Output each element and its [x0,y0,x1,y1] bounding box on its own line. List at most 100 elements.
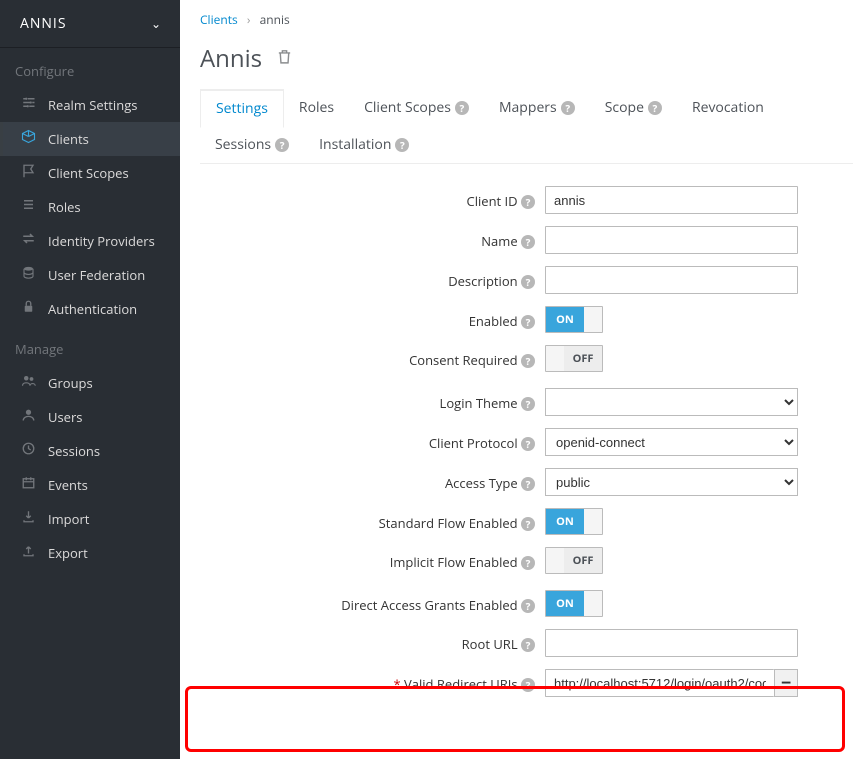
help-icon[interactable]: ? [521,599,535,613]
help-icon[interactable]: ? [648,101,662,115]
calendar-icon [20,475,36,495]
help-icon[interactable]: ? [521,517,535,531]
group-icon [20,373,36,393]
help-icon[interactable]: ? [521,638,535,652]
import-icon [20,509,36,529]
sidebar-item-label: Events [48,476,88,494]
help-icon[interactable]: ? [521,195,535,209]
tab-sessions[interactable]: Sessions ? [200,127,304,163]
sidebar-item-sessions[interactable]: Sessions [0,434,180,468]
consent-toggle[interactable]: OFF [545,345,603,372]
tabs: SettingsRolesClient Scopes ?Mappers ?Sco… [200,89,853,164]
help-icon[interactable]: ? [521,354,535,368]
sidebar-item-client-scopes[interactable]: Client Scopes [0,156,180,190]
sidebar-item-events[interactable]: Events [0,468,180,502]
tab-roles[interactable]: Roles [284,89,349,127]
help-icon[interactable]: ? [455,101,469,115]
sidebar-item-import[interactable]: Import [0,502,180,536]
help-icon[interactable]: ? [521,556,535,570]
help-icon[interactable]: ? [521,275,535,289]
help-icon[interactable]: ? [521,397,535,411]
breadcrumb-current: annis [260,11,290,28]
clock-icon [20,441,36,461]
description-label: Description ? [200,266,545,290]
toggle-on-label [546,548,564,573]
help-icon[interactable]: ? [521,315,535,329]
lock-icon [20,299,36,319]
standard-flow-toggle[interactable]: ON [545,508,603,535]
tab-label: Scope [605,98,644,117]
enabled-label: Enabled ? [200,306,545,330]
client-protocol-select[interactable]: openid-connect [545,428,798,456]
realm-name: ANNIS [20,14,67,33]
tab-label: Client Scopes [364,98,451,117]
sidebar-item-label: Authentication [48,300,137,318]
sidebar-item-roles[interactable]: Roles [0,190,180,224]
sidebar-item-label: Roles [48,198,81,216]
access-type-select[interactable]: public [545,468,798,496]
help-icon[interactable]: ? [561,101,575,115]
tab-scope[interactable]: Scope ? [590,89,677,127]
sliders-icon [20,95,36,115]
sidebar-item-groups[interactable]: Groups [0,366,180,400]
list-icon [20,197,36,217]
db-icon [20,265,36,285]
sidebar-item-label: Identity Providers [48,232,155,250]
root-url-label: Root URL ? [200,629,545,653]
name-input[interactable] [545,226,798,254]
main-content: Clients › annis Annis SettingsRolesClien… [180,0,853,759]
standard-flow-label: Standard Flow Enabled ? [200,508,545,532]
realm-selector[interactable]: ANNIS ⌄ [0,0,180,48]
chevron-down-icon: ⌄ [151,15,162,32]
access-type-label: Access Type ? [200,468,545,492]
user-icon [20,407,36,427]
toggle-on-label: ON [546,591,584,616]
sidebar-item-export[interactable]: Export [0,536,180,570]
sidebar-item-identity-providers[interactable]: Identity Providers [0,224,180,258]
breadcrumb-separator: › [241,11,257,28]
export-icon [20,543,36,563]
tab-label: Revocation [692,98,764,117]
consent-label: Consent Required ? [200,345,545,369]
trash-icon[interactable] [276,48,293,70]
toggle-off-label: OFF [564,548,602,573]
client-id-input[interactable] [545,186,798,214]
sidebar-item-authentication[interactable]: Authentication [0,292,180,326]
tab-label: Mappers [499,98,557,117]
help-icon[interactable]: ? [275,138,289,152]
tab-installation[interactable]: Installation ? [304,127,424,163]
breadcrumb-clients-link[interactable]: Clients [200,11,238,28]
page-title-text: Annis [200,42,262,75]
section-title-configure: Configure [0,48,180,88]
root-url-input[interactable] [545,629,798,657]
remove-redirect-button[interactable]: − [774,669,798,697]
help-icon[interactable]: ? [395,138,409,152]
toggle-off-label: OFF [564,346,602,371]
sidebar-item-label: Clients [48,130,89,148]
tab-client-scopes[interactable]: Client Scopes ? [349,89,484,127]
settings-form: Client ID ?Name ?Description ?Enabled ?O… [200,164,853,697]
cube-icon [20,129,36,149]
sidebar-item-label: Users [48,408,82,426]
tab-revocation[interactable]: Revocation [677,89,779,127]
scopes-icon [20,163,36,183]
tab-mappers[interactable]: Mappers ? [484,89,590,127]
sidebar-item-users[interactable]: Users [0,400,180,434]
description-input[interactable] [545,266,798,294]
help-icon[interactable]: ? [521,477,535,491]
implicit-flow-toggle[interactable]: OFF [545,547,603,574]
tab-settings[interactable]: Settings [200,89,284,128]
redirect-uri-input[interactable] [545,669,774,697]
enabled-toggle[interactable]: ON [545,306,603,333]
login-theme-select[interactable] [545,388,798,416]
sidebar-item-label: Groups [48,374,93,392]
help-icon[interactable]: ? [521,678,535,692]
redirect-uris-label: * Valid Redirect URIs ? [200,669,545,693]
help-icon[interactable]: ? [521,437,535,451]
sidebar-item-user-federation[interactable]: User Federation [0,258,180,292]
sidebar-item-realm-settings[interactable]: Realm Settings [0,88,180,122]
tab-label: Settings [216,99,268,118]
direct-access-toggle[interactable]: ON [545,590,603,617]
help-icon[interactable]: ? [521,235,535,249]
sidebar-item-clients[interactable]: Clients [0,122,180,156]
